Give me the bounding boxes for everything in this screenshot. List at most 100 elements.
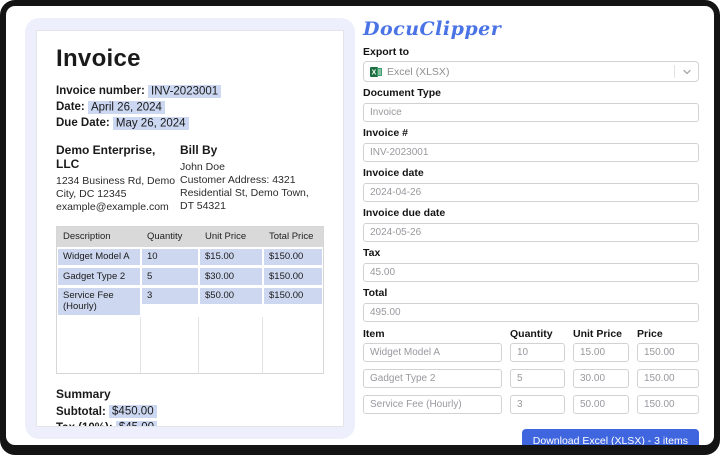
bill-by-block: Bill By John Doe Customer Address: 4321 … — [180, 143, 324, 214]
invoice-number-line: Invoice number: INV-2023001 — [56, 84, 324, 99]
col-header-description: Description — [57, 227, 141, 247]
line-items-table: Description Quantity Unit Price Total Pr… — [56, 226, 324, 374]
total-field-label: Total — [363, 287, 699, 299]
item-price-input[interactable] — [637, 369, 699, 388]
parties-section: Demo Enterprise, LLC 1234 Business Rd, D… — [56, 143, 324, 214]
summary-heading: Summary — [56, 387, 324, 401]
item-name-input[interactable] — [363, 395, 502, 414]
seller-email: example@example.com — [56, 201, 180, 214]
item-unit-price-input[interactable] — [573, 395, 629, 414]
table-empty-cell — [141, 317, 199, 373]
item-name-input[interactable] — [363, 343, 502, 362]
table-cell: $150.00 — [263, 267, 323, 287]
item-unit-price-input[interactable] — [573, 369, 629, 388]
invoice-number-value: INV-2023001 — [148, 85, 221, 98]
table-cell: 3 — [141, 286, 199, 317]
table-empty-cell — [57, 317, 141, 373]
item-quantity-input[interactable] — [510, 395, 565, 414]
summary-section: Summary Subtotal: $450.00 Tax (10%): $45… — [56, 387, 324, 428]
items-grid: Item Quantity Unit Price Price — [363, 324, 699, 414]
row-gap — [363, 388, 502, 395]
subtotal-label: Subtotal: — [56, 406, 106, 418]
tax-input[interactable] — [363, 263, 699, 282]
invoice-due-date-value: May 26, 2024 — [113, 117, 189, 130]
export-form-panel: DocuClipper Export to X Excel (XLSX) Doc… — [355, 6, 714, 445]
item-price-input[interactable] — [637, 395, 699, 414]
cell-value: $150.00 — [264, 288, 322, 305]
seller-name: Demo Enterprise, LLC — [56, 143, 180, 171]
chevron-down-icon — [682, 67, 692, 77]
price-col-header: Price — [637, 328, 699, 340]
svg-text:X: X — [372, 69, 377, 76]
col-header-unit-price: Unit Price — [199, 227, 263, 247]
table-cell: $150.00 — [263, 286, 323, 317]
cell-value: Widget Model A — [58, 249, 140, 266]
table-cell: Gadget Type 2 — [57, 267, 141, 287]
table-cell: Widget Model A — [57, 247, 141, 267]
item-name-input[interactable] — [363, 369, 502, 388]
button-row: Download Excel (XLSX) - 3 items — [363, 429, 699, 445]
total-input[interactable] — [363, 303, 699, 322]
seller-address: 1234 Business Rd, Demo City, DC 12345 — [56, 175, 180, 201]
customer-address: Customer Address: 4321 Residential St, D… — [180, 174, 324, 213]
document-type-label: Document Type — [363, 87, 699, 99]
invoice-date-value: April 26, 2024 — [88, 101, 165, 114]
col-header-quantity: Quantity — [141, 227, 199, 247]
unit-price-col-header: Unit Price — [573, 328, 629, 340]
export-to-label: Export to — [363, 46, 699, 58]
tax-line: Tax (10%): $45.00 — [56, 421, 324, 428]
tax-field-label: Tax — [363, 247, 699, 259]
table-empty-cell — [199, 317, 263, 373]
subtotal-line: Subtotal: $450.00 — [56, 405, 324, 420]
cell-value: $15.00 — [200, 249, 262, 266]
invoice-number-field-label: Invoice # — [363, 127, 699, 139]
invoice-due-date-label: Due Date: — [56, 117, 110, 129]
table-cell: $150.00 — [263, 247, 323, 267]
invoice-date-input[interactable] — [363, 183, 699, 202]
cell-value: 5 — [142, 268, 198, 285]
subtotal-value: $450.00 — [109, 405, 157, 418]
invoice-document: Invoice Invoice number: INV-2023001 Date… — [36, 30, 344, 427]
cell-value: $150.00 — [264, 249, 322, 266]
export-format-select[interactable]: X Excel (XLSX) — [363, 61, 699, 82]
screenshot-frame: Invoice Invoice number: INV-2023001 Date… — [0, 0, 720, 455]
col-header-total-price: Total Price — [263, 227, 323, 247]
tax-label: Tax (10%): — [56, 422, 113, 428]
table-cell: $30.00 — [199, 267, 263, 287]
cell-value: $50.00 — [200, 288, 262, 305]
cell-value: Service Fee (Hourly) — [58, 288, 140, 316]
cell-value: $150.00 — [264, 268, 322, 285]
select-divider — [674, 65, 675, 78]
item-quantity-input[interactable] — [510, 343, 565, 362]
table-cell: $50.00 — [199, 286, 263, 317]
quantity-col-header: Quantity — [510, 328, 565, 340]
document-type-input[interactable] — [363, 103, 699, 122]
item-price-input[interactable] — [637, 343, 699, 362]
tax-value: $45.00 — [116, 421, 157, 427]
download-excel-button[interactable]: Download Excel (XLSX) - 3 items — [522, 429, 699, 445]
table-cell: 10 — [141, 247, 199, 267]
export-format-value: Excel (XLSX) — [387, 66, 674, 78]
bill-by-heading: Bill By — [180, 143, 324, 157]
customer-name: John Doe — [180, 161, 324, 174]
cell-value: 10 — [142, 249, 198, 266]
invoice-date-line: Date: April 26, 2024 — [56, 100, 324, 115]
invoice-number-label: Invoice number: — [56, 85, 145, 97]
invoice-number-input[interactable] — [363, 143, 699, 162]
table-cell: 5 — [141, 267, 199, 287]
item-col-header: Item — [363, 328, 502, 340]
invoice-title: Invoice — [56, 45, 324, 73]
docuclipper-logo: DocuClipper — [363, 18, 699, 40]
cell-value: $30.00 — [200, 268, 262, 285]
invoice-date-field-label: Invoice date — [363, 167, 699, 179]
row-gap — [363, 362, 502, 369]
app-window: Invoice Invoice number: INV-2023001 Date… — [6, 6, 714, 445]
cell-value: 3 — [142, 288, 198, 305]
table-empty-cell — [263, 317, 323, 373]
invoice-due-date-line: Due Date: May 26, 2024 — [56, 116, 324, 131]
invoice-due-date-input[interactable] — [363, 223, 699, 242]
item-unit-price-input[interactable] — [573, 343, 629, 362]
item-quantity-input[interactable] — [510, 369, 565, 388]
seller-block: Demo Enterprise, LLC 1234 Business Rd, D… — [56, 143, 180, 214]
table-cell: Service Fee (Hourly) — [57, 286, 141, 317]
